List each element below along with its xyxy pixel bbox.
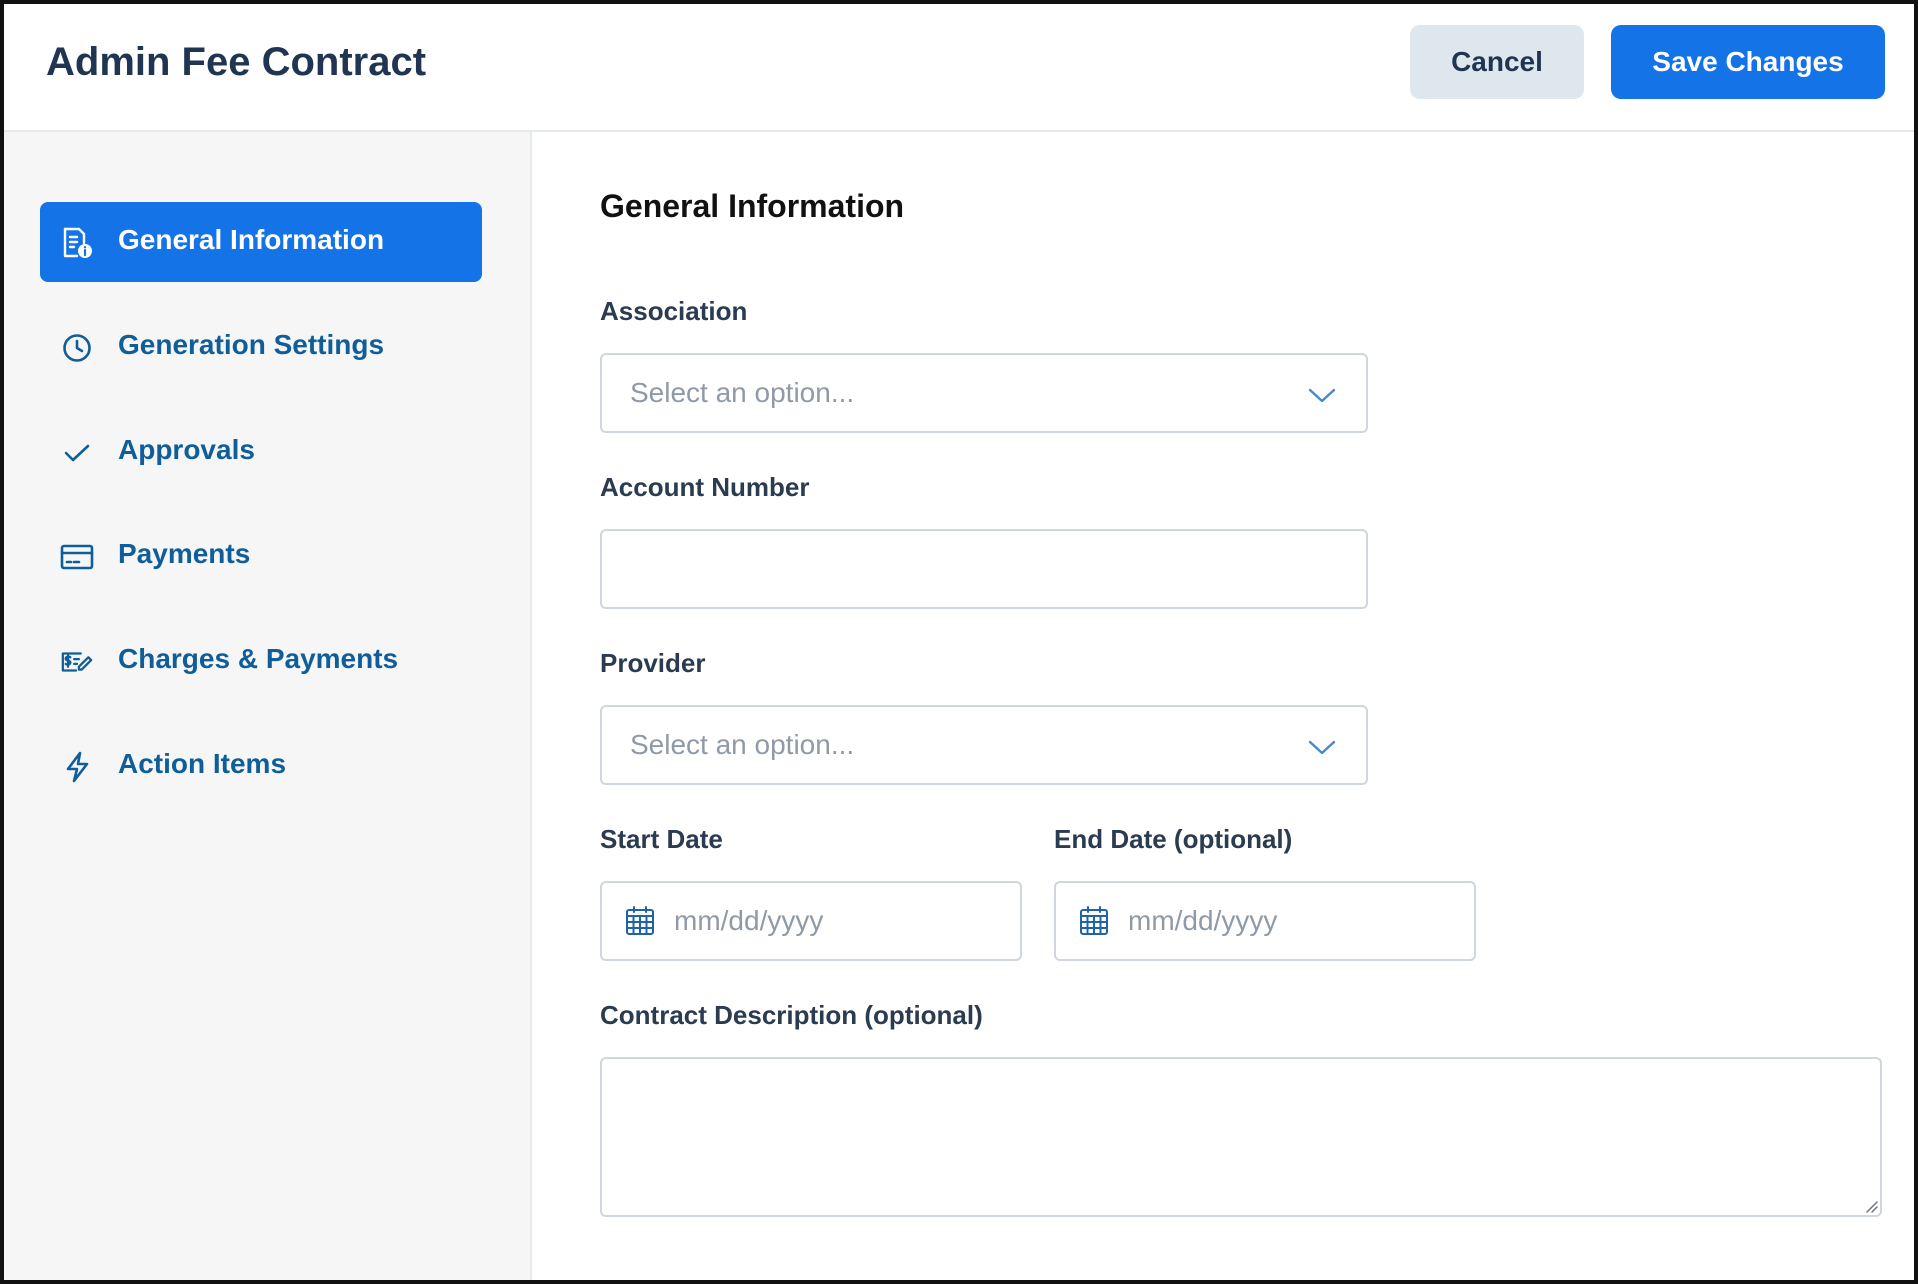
calendar-icon bbox=[1078, 905, 1110, 937]
main-form-panel: General Information Association Select a… bbox=[532, 132, 1914, 1280]
lightning-icon bbox=[60, 750, 94, 784]
app-window: Admin Fee Contract Cancel Save Changes G… bbox=[0, 0, 1918, 1284]
sidebar-item-label: Approvals bbox=[118, 434, 255, 465]
clock-icon bbox=[60, 331, 94, 365]
page-header: Admin Fee Contract Cancel Save Changes bbox=[4, 4, 1914, 132]
sidebar-item-label: Action Items bbox=[118, 748, 287, 779]
calendar-icon bbox=[624, 905, 656, 937]
document-info-icon bbox=[60, 226, 94, 260]
resize-handle-icon[interactable] bbox=[1864, 1199, 1878, 1213]
credit-card-icon bbox=[60, 540, 94, 574]
start-date-label: Start Date bbox=[600, 824, 723, 854]
sidebar-item-charges-payments[interactable]: Charges & Payments bbox=[40, 621, 482, 701]
contract-description-textarea[interactable] bbox=[600, 1057, 1882, 1217]
cancel-button[interactable]: Cancel bbox=[1410, 25, 1584, 99]
sidebar-item-general-information[interactable]: General Information bbox=[40, 202, 482, 282]
money-edit-icon bbox=[60, 645, 94, 679]
association-placeholder: Select an option... bbox=[630, 377, 855, 408]
association-select[interactable]: Select an option... bbox=[600, 353, 1368, 433]
sidebar-nav: General Information Generation Settings … bbox=[4, 132, 532, 1280]
provider-select[interactable]: Select an option... bbox=[600, 705, 1368, 785]
chevron-down-icon bbox=[1306, 733, 1338, 761]
sidebar-item-label: General Information bbox=[118, 224, 385, 255]
end-date-label: End Date (optional) bbox=[1054, 824, 1293, 854]
sidebar-item-generation-settings[interactable]: Generation Settings bbox=[40, 307, 482, 387]
page-title: Admin Fee Contract bbox=[46, 40, 427, 84]
association-label: Association bbox=[600, 296, 748, 326]
section-title: General Information bbox=[600, 188, 905, 224]
provider-label: Provider bbox=[600, 648, 706, 678]
checkmark-icon bbox=[60, 436, 94, 470]
save-changes-button[interactable]: Save Changes bbox=[1611, 25, 1885, 99]
sidebar-item-label: Charges & Payments bbox=[118, 643, 399, 674]
chevron-down-icon bbox=[1306, 381, 1338, 409]
sidebar-item-label: Generation Settings bbox=[118, 329, 385, 360]
sidebar-item-label: Payments bbox=[118, 538, 251, 569]
provider-placeholder: Select an option... bbox=[630, 729, 855, 760]
sidebar-item-payments[interactable]: Payments bbox=[40, 516, 482, 596]
sidebar-item-action-items[interactable]: Action Items bbox=[40, 726, 482, 806]
account-number-input[interactable] bbox=[600, 529, 1368, 609]
contract-description-label: Contract Description (optional) bbox=[600, 1000, 983, 1030]
sidebar-item-approvals[interactable]: Approvals bbox=[40, 412, 482, 492]
start-date-input[interactable]: mm/dd/yyyy bbox=[600, 881, 1022, 961]
start-date-placeholder: mm/dd/yyyy bbox=[674, 905, 824, 936]
contract-description-wrapper bbox=[600, 1057, 1882, 1217]
end-date-placeholder: mm/dd/yyyy bbox=[1128, 905, 1278, 936]
end-date-input[interactable]: mm/dd/yyyy bbox=[1054, 881, 1476, 961]
account-number-label: Account Number bbox=[600, 472, 810, 502]
